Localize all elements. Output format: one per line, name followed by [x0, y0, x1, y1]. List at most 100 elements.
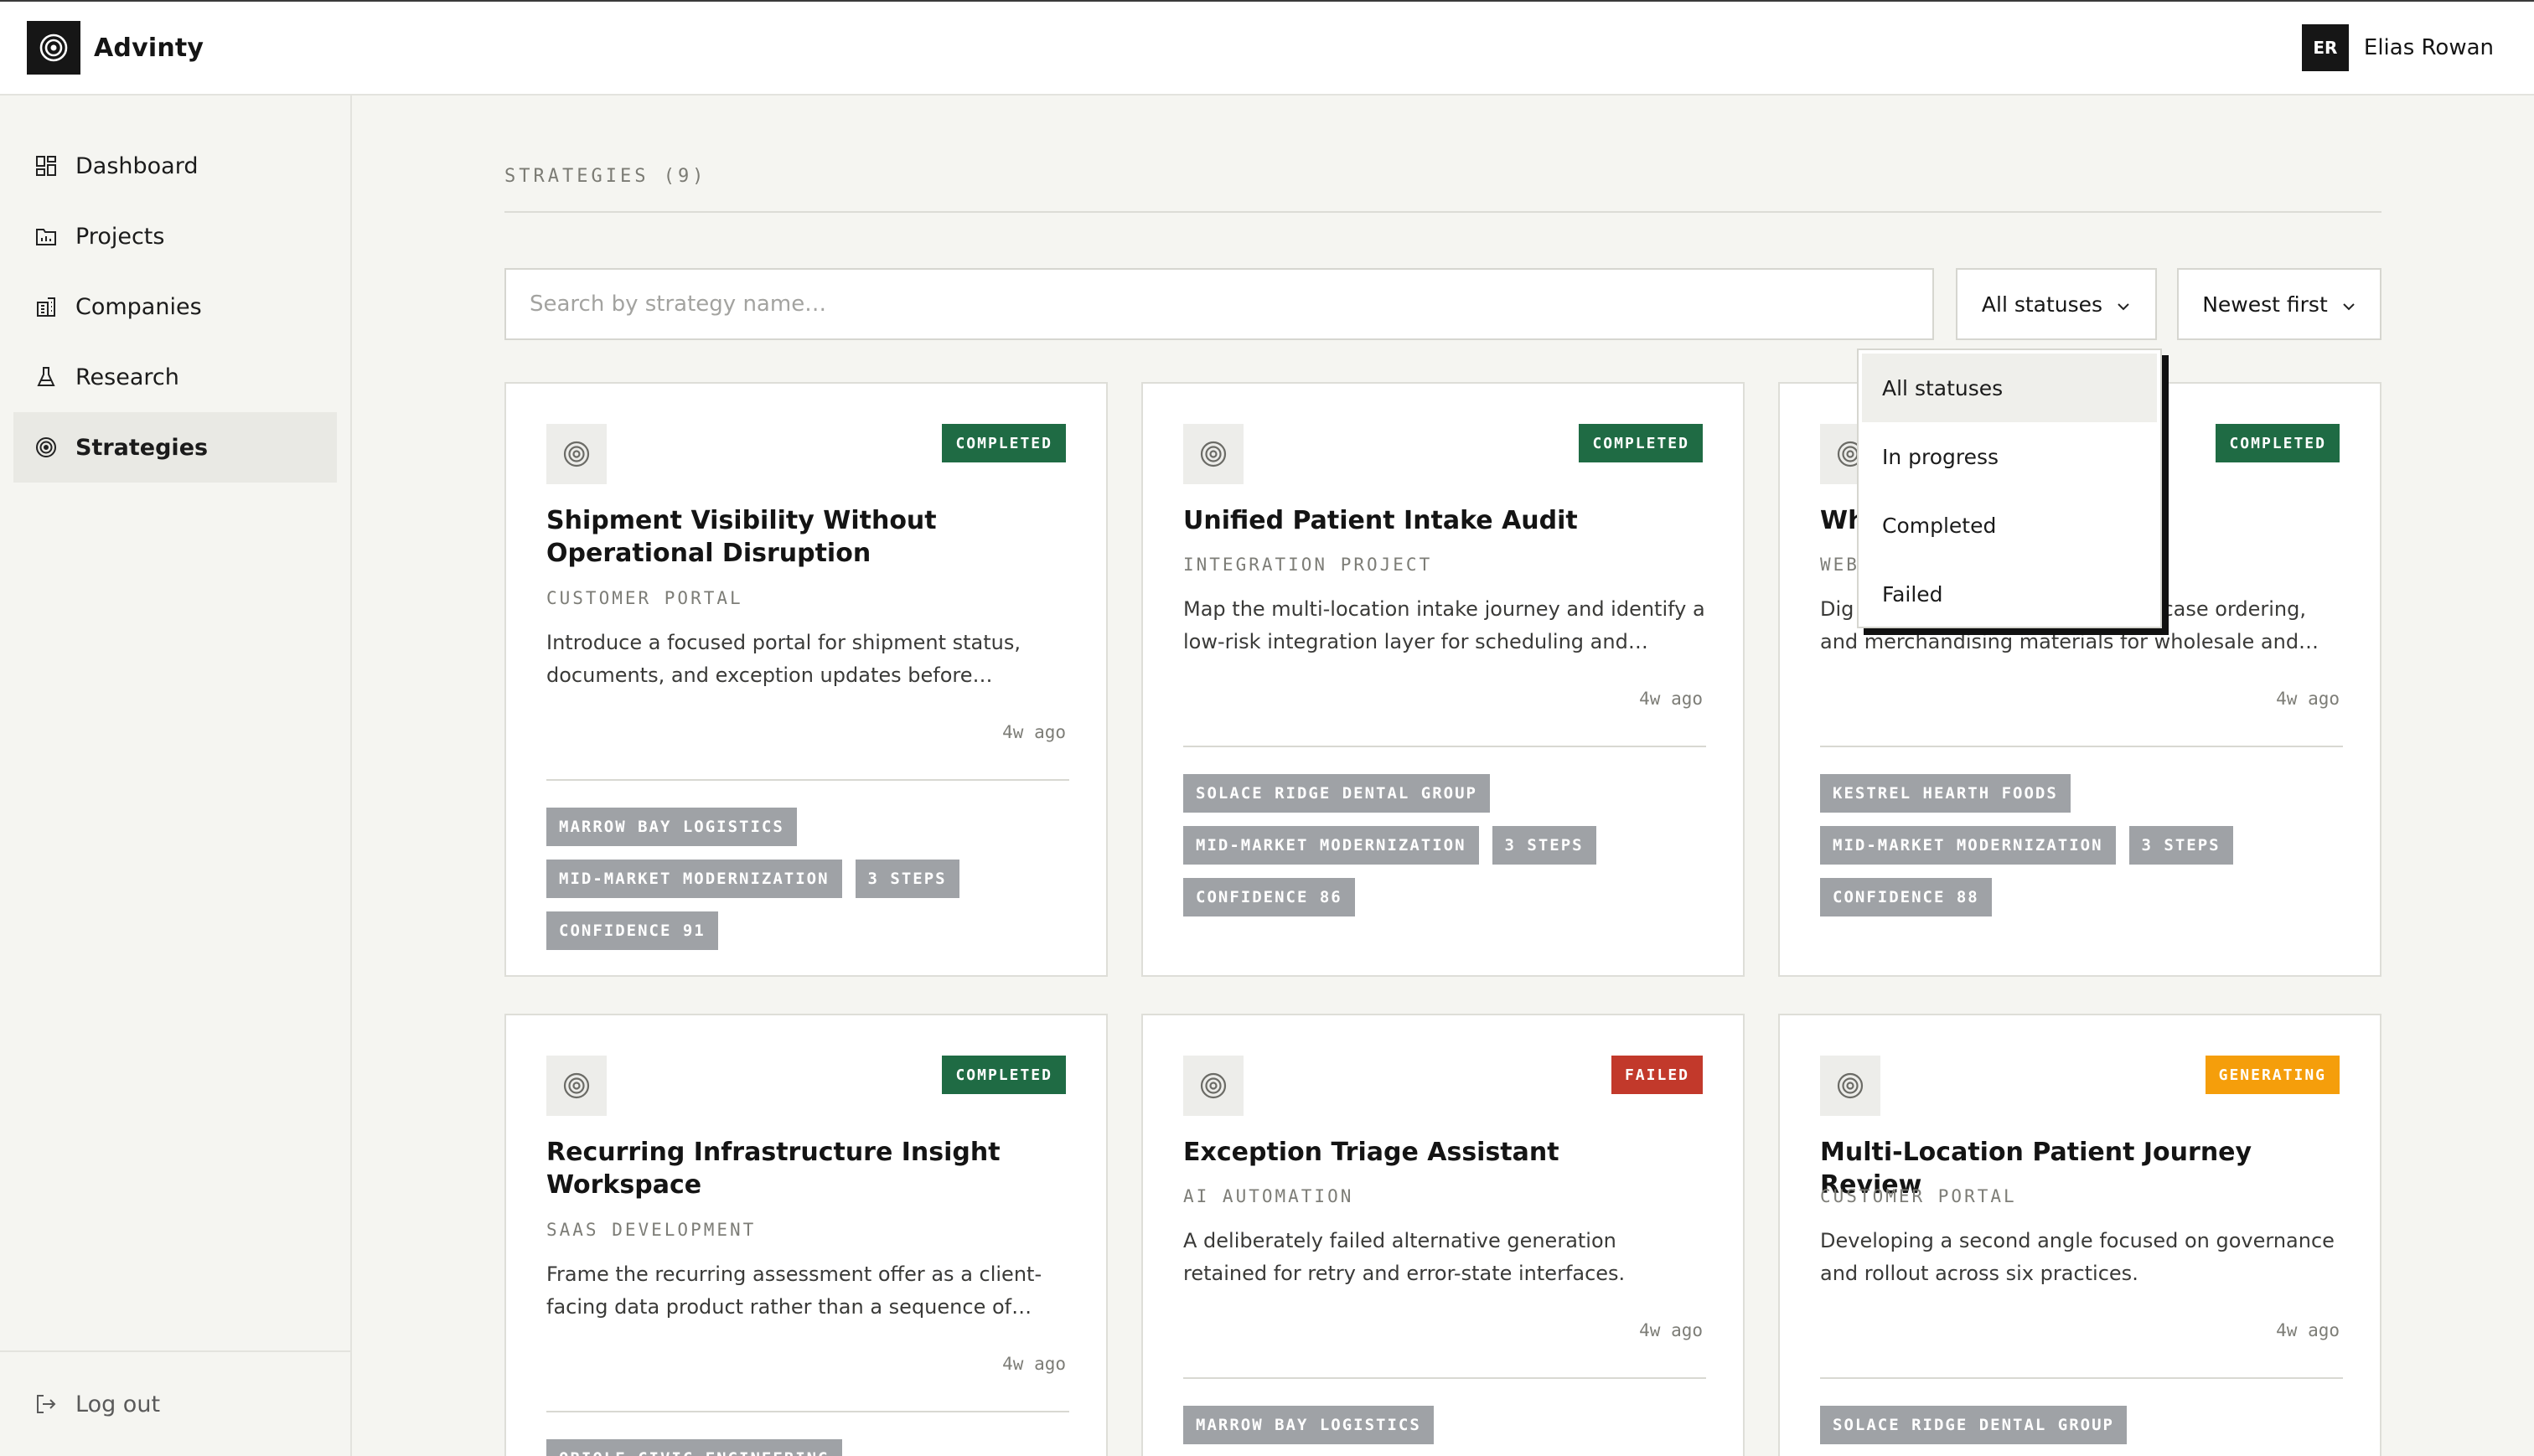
- sidebar-item-label: Projects: [75, 223, 165, 250]
- tag: MID-MARKET MODERNIZATION: [546, 860, 842, 898]
- flask-icon: [34, 364, 59, 390]
- card-timestamp: 4w ago: [1002, 722, 1066, 742]
- divider: [546, 1411, 1069, 1412]
- tag-list: ORIOLE CIVIC ENGINEERING: [546, 1439, 1069, 1456]
- status-badge: COMPLETED: [2216, 424, 2340, 462]
- folder-chart-icon: [34, 224, 59, 249]
- status-filter-select[interactable]: All statuses: [1956, 268, 2157, 340]
- card-description-line: y, case ordering,: [2138, 597, 2306, 621]
- sidebar-item-label: Research: [75, 364, 179, 390]
- user-menu[interactable]: ER Elias Rowan: [2301, 24, 2494, 71]
- divider: [1183, 746, 1706, 747]
- tag: SOLACE RIDGE DENTAL GROUP: [1820, 1406, 2127, 1444]
- strategy-card[interactable]: GENERATING Multi-Location Patient Journe…: [1778, 1014, 2381, 1456]
- sort-select[interactable]: Newest first: [2177, 268, 2381, 340]
- logout-label: Log out: [75, 1391, 161, 1417]
- status-badge: FAILED: [1611, 1056, 1703, 1094]
- card-subtitle: AI AUTOMATION: [1183, 1186, 1354, 1206]
- building-icon: [34, 294, 59, 319]
- card-description: Developing a second angle focused on gov…: [1820, 1229, 2335, 1285]
- strategy-card[interactable]: COMPLETED Recurring Infrastructure Insig…: [504, 1014, 1108, 1456]
- chevron-down-icon: [2341, 292, 2356, 317]
- target-icon: [546, 424, 607, 484]
- strategy-card[interactable]: COMPLETED Unified Patient Intake Audit I…: [1141, 382, 1745, 977]
- logout-button[interactable]: Log out: [34, 1382, 160, 1426]
- card-timestamp: 4w ago: [1639, 1320, 1703, 1340]
- tag: MID-MARKET MODERNIZATION: [1820, 826, 2116, 865]
- status-badge: COMPLETED: [1579, 424, 1703, 462]
- tag: CONFIDENCE 91: [546, 911, 718, 950]
- search-input[interactable]: [504, 268, 1934, 340]
- target-icon: [1820, 1056, 1880, 1116]
- divider: [504, 211, 2381, 213]
- card-title[interactable]: Shipment Visibility Without Operational …: [546, 504, 1069, 570]
- card-timestamp: 4w ago: [2276, 689, 2340, 709]
- grid-icon: [34, 153, 59, 178]
- target-logo-icon: [27, 21, 80, 75]
- strategy-card[interactable]: COMPLETED Shipment Visibility Without Op…: [504, 382, 1108, 977]
- top-bar: Advinty ER Elias Rowan: [0, 2, 2534, 96]
- card-description: Introduce a focused portal for shipment …: [546, 631, 1021, 687]
- sidebar-nav: Dashboard Projects Companies Research St…: [0, 96, 350, 483]
- card-title[interactable]: Recurring Infrastructure Insight Workspa…: [546, 1136, 1069, 1201]
- tag-list: MARROW BAY LOGISTICS MID-MARKET MODERNIZ…: [546, 808, 1069, 950]
- divider: [1820, 1377, 2343, 1379]
- sort-value: Newest first: [2202, 292, 2328, 317]
- strategy-card[interactable]: FAILED Exception Triage Assistant AI AUT…: [1141, 1014, 1745, 1456]
- tag: 3 STEPS: [1492, 826, 1596, 865]
- tag: ORIOLE CIVIC ENGINEERING: [546, 1439, 842, 1456]
- status-option-all[interactable]: All statuses: [1862, 354, 2157, 422]
- divider: [546, 779, 1069, 781]
- status-badge: COMPLETED: [942, 424, 1066, 462]
- tag-list: SOLACE RIDGE DENTAL GROUP: [1820, 1406, 2343, 1444]
- sidebar-item-label: Strategies: [75, 434, 209, 461]
- card-title[interactable]: Unified Patient Intake Audit: [1183, 504, 1706, 537]
- tag: SOLACE RIDGE DENTAL GROUP: [1183, 774, 1490, 813]
- target-icon: [546, 1056, 607, 1116]
- target-icon: [34, 435, 59, 460]
- status-option-failed[interactable]: Failed: [1862, 560, 2157, 628]
- divider: [1183, 1377, 1706, 1379]
- user-name: Elias Rowan: [2363, 35, 2494, 60]
- sidebar-item-research[interactable]: Research: [13, 342, 337, 412]
- tag-list: KESTREL HEARTH FOODS MID-MARKET MODERNIZ…: [1820, 774, 2343, 916]
- card-timestamp: 4w ago: [1639, 689, 1703, 709]
- card-subtitle: CUSTOMER PORTAL: [1820, 1186, 2017, 1206]
- logout-icon: [34, 1391, 59, 1417]
- tag: MARROW BAY LOGISTICS: [546, 808, 797, 846]
- tag: MID-MARKET MODERNIZATION: [1183, 826, 1479, 865]
- target-icon: [1183, 424, 1244, 484]
- card-description-line: and merchandising materials for wholesal…: [1820, 630, 2319, 653]
- tag: KESTREL HEARTH FOODS: [1820, 774, 2071, 813]
- status-option-in-progress[interactable]: In progress: [1862, 422, 2157, 491]
- card-timestamp: 4w ago: [1002, 1354, 1066, 1374]
- sidebar-item-strategies[interactable]: Strategies: [13, 412, 337, 483]
- tag: CONFIDENCE 88: [1820, 878, 1992, 916]
- sidebar-item-dashboard[interactable]: Dashboard: [13, 131, 337, 201]
- status-dropdown-menu: All statuses In progress Completed Faile…: [1857, 349, 2162, 628]
- card-description: A deliberately failed alternative genera…: [1183, 1229, 1626, 1285]
- sidebar-item-label: Dashboard: [75, 152, 199, 179]
- sidebar-item-companies[interactable]: Companies: [13, 271, 337, 342]
- card-subtitle: INTEGRATION PROJECT: [1183, 555, 1433, 575]
- brand[interactable]: Advinty: [27, 21, 204, 75]
- sidebar-item-projects[interactable]: Projects: [13, 201, 337, 271]
- status-filter-value: All statuses: [1981, 292, 2103, 317]
- sidebar-item-label: Companies: [75, 293, 202, 320]
- card-subtitle: CUSTOMER PORTAL: [546, 588, 743, 608]
- card-timestamp: 4w ago: [2276, 1320, 2340, 1340]
- card-title[interactable]: Exception Triage Assistant: [1183, 1136, 1706, 1169]
- page-title: STRATEGIES (9): [504, 166, 707, 187]
- tag-list: SOLACE RIDGE DENTAL GROUP MID-MARKET MOD…: [1183, 774, 1706, 916]
- tag-list: MARROW BAY LOGISTICS: [1183, 1406, 1706, 1444]
- status-badge: GENERATING: [2205, 1056, 2340, 1094]
- card-subtitle: SAAS DEVELOPMENT: [546, 1220, 757, 1240]
- tag: MARROW BAY LOGISTICS: [1183, 1406, 1434, 1444]
- brand-name: Advinty: [94, 33, 204, 63]
- sidebar: Dashboard Projects Companies Research St…: [0, 96, 352, 1456]
- card-subtitle: WEB: [1820, 555, 1859, 575]
- avatar: ER: [2301, 24, 2349, 71]
- status-option-completed[interactable]: Completed: [1862, 491, 2157, 560]
- chevron-down-icon: [2116, 292, 2131, 317]
- tag: 3 STEPS: [855, 860, 959, 898]
